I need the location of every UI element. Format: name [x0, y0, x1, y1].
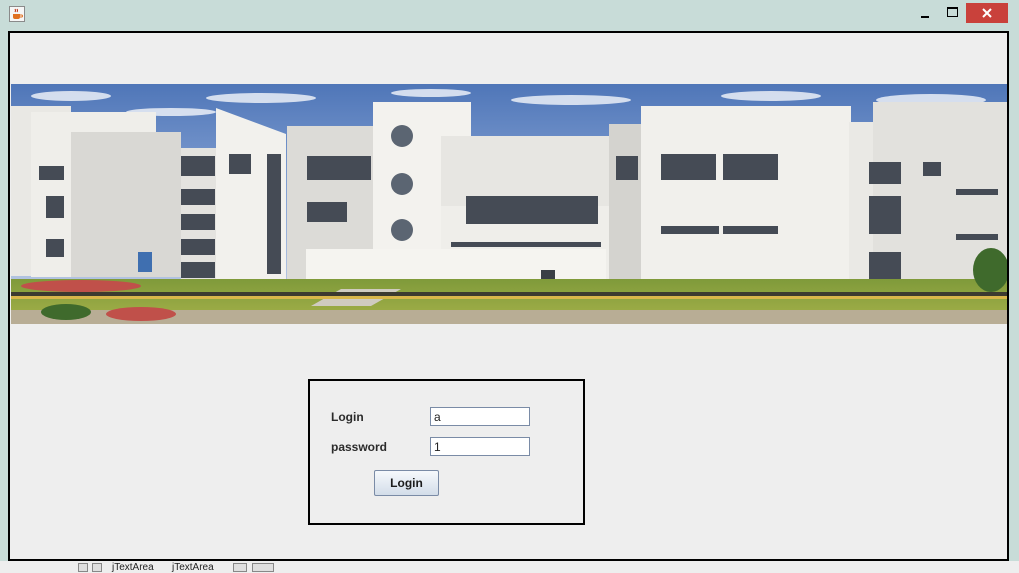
jtextarea-tab[interactable]: jTextArea	[112, 562, 154, 573]
password-label: password	[331, 440, 388, 454]
campus-banner-image	[11, 84, 1007, 324]
strip-icon	[78, 563, 88, 572]
strip-icon	[92, 563, 102, 572]
login-input[interactable]: a	[430, 407, 530, 426]
login-button[interactable]: Login	[374, 470, 439, 496]
java-cup-icon	[9, 6, 25, 22]
jtextarea-tab[interactable]: jTextArea	[172, 562, 214, 573]
background-ide-strip: jTextArea jTextArea	[0, 561, 1019, 573]
minimize-button[interactable]	[912, 4, 938, 22]
login-panel: Login a password 1 Login	[308, 379, 585, 525]
password-input[interactable]: 1	[430, 437, 530, 456]
main-content-frame: Login a password 1 Login	[8, 31, 1009, 561]
login-label: Login	[331, 410, 364, 424]
close-icon	[982, 8, 992, 18]
maximize-button[interactable]	[940, 4, 964, 22]
window-titlebar[interactable]	[0, 0, 1019, 28]
strip-icon	[252, 563, 274, 572]
close-button[interactable]	[966, 3, 1008, 23]
strip-icon	[233, 563, 247, 572]
